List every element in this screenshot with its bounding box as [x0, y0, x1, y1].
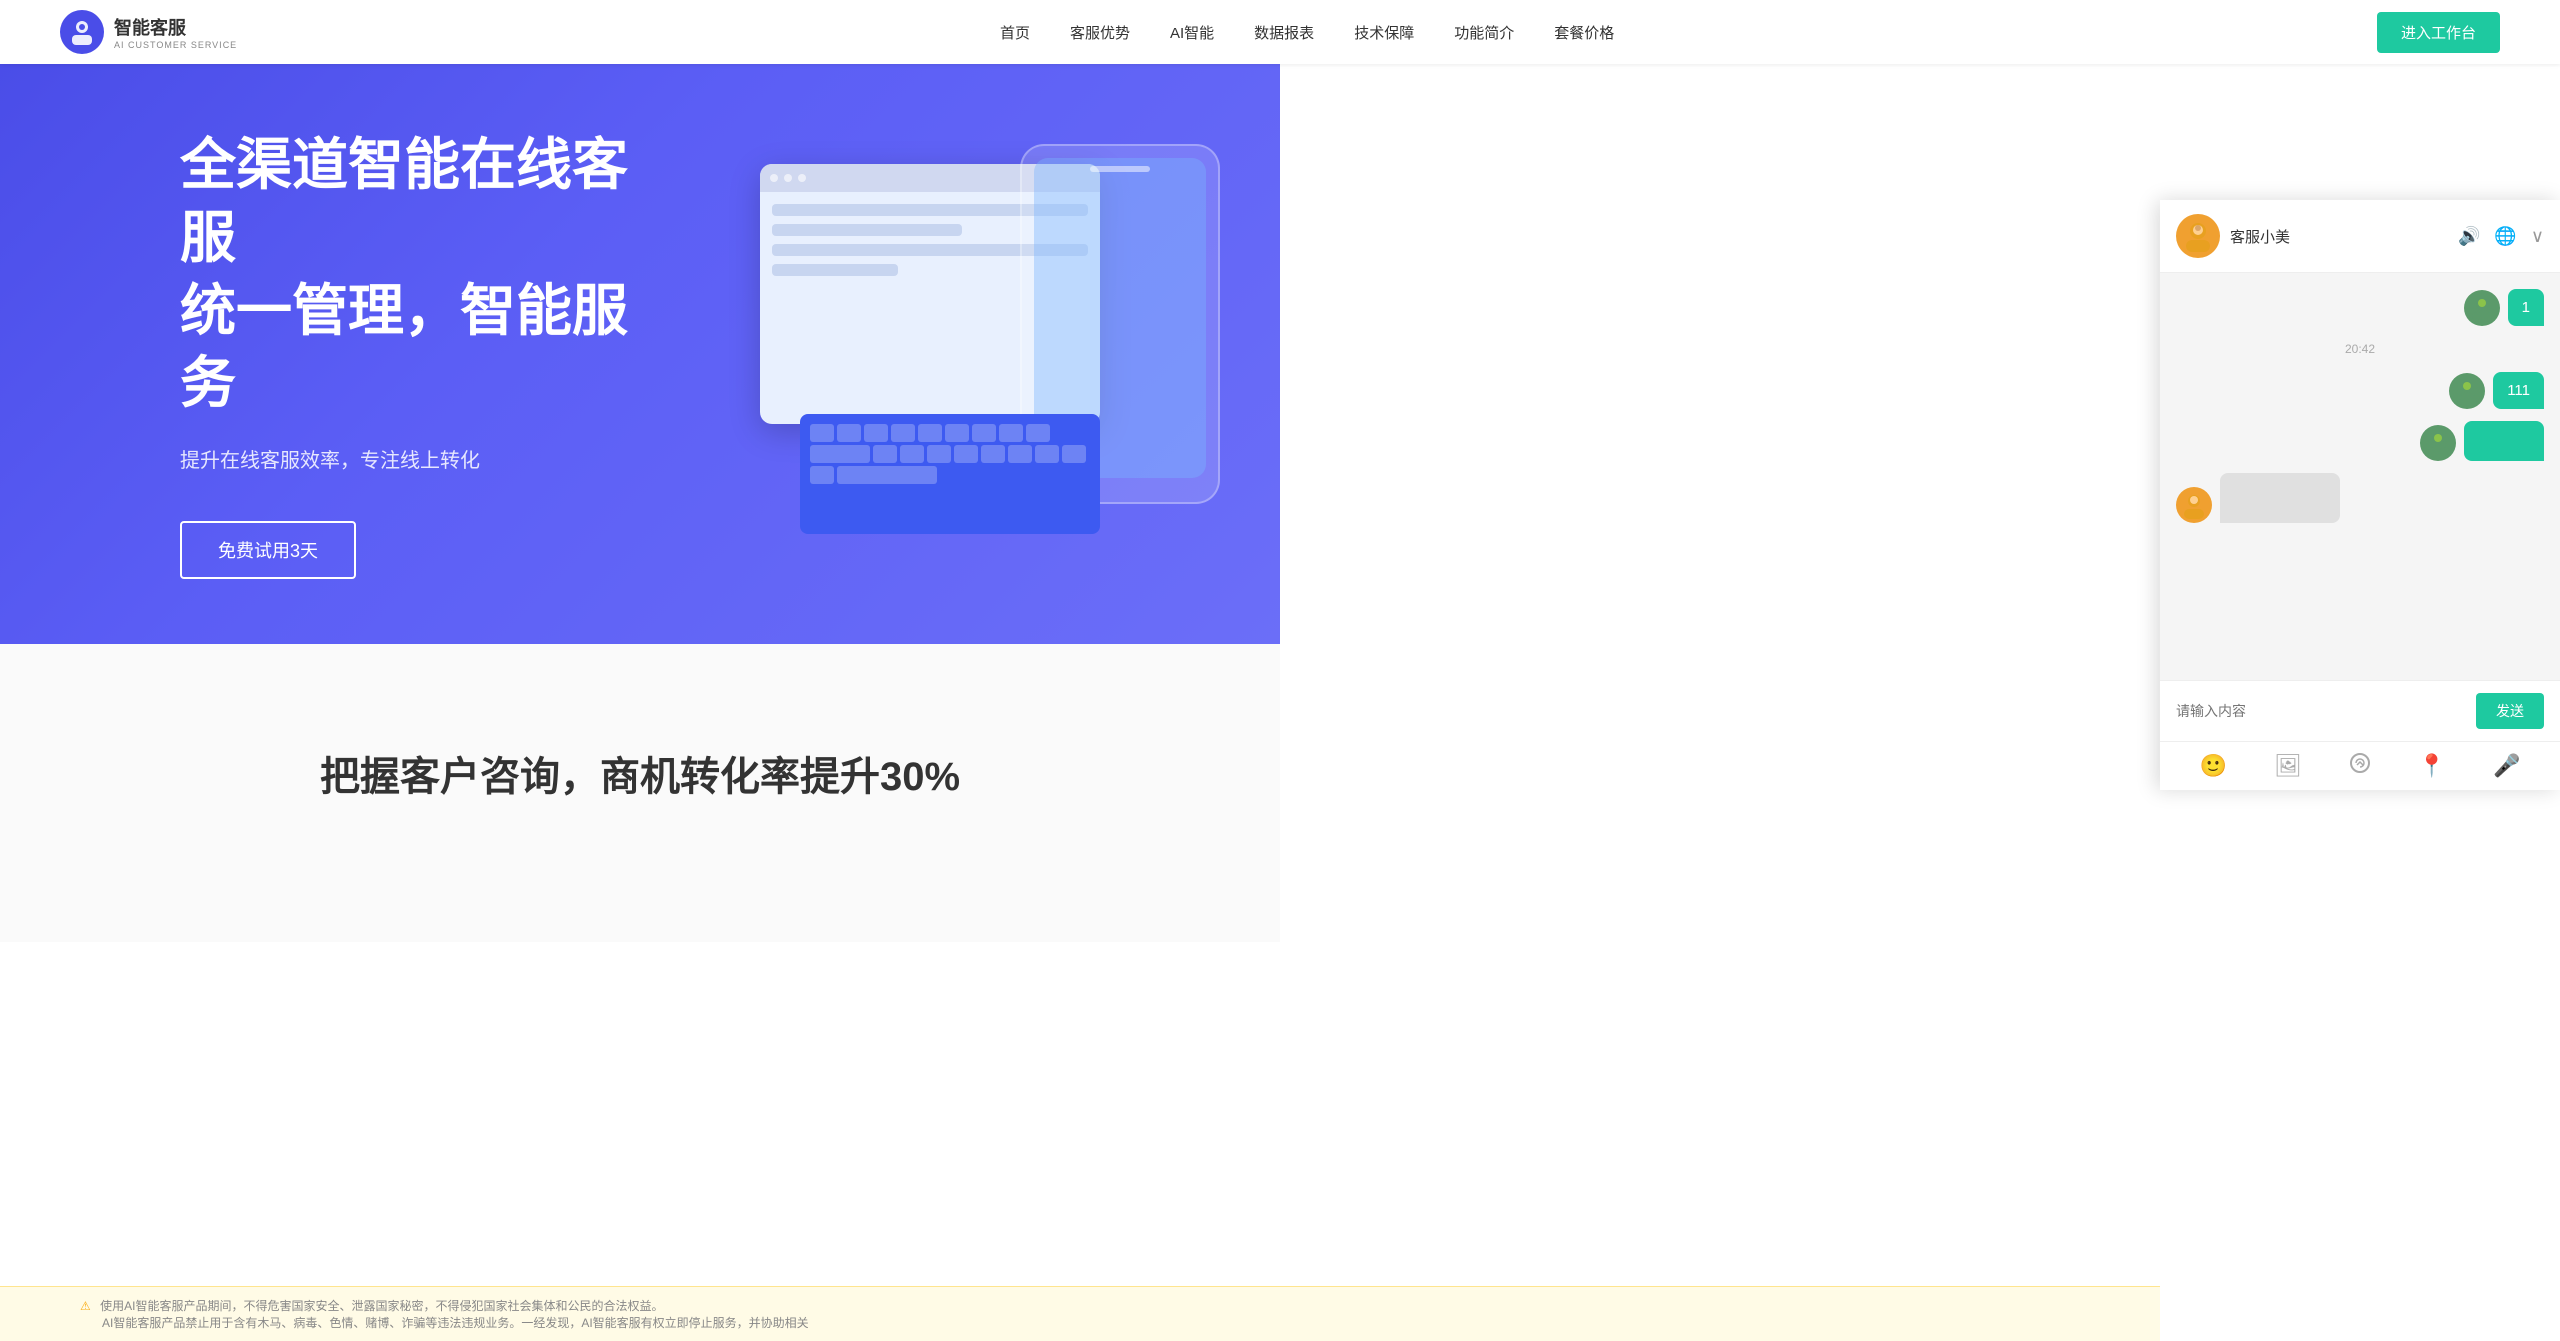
browser-dot-3 — [798, 174, 806, 182]
disclaimer-line2: AI智能客服产品禁止用于含有木马、病毒、色情、赌博、诈骗等违法违规业务。一经发现… — [102, 1314, 2080, 1331]
user-avatar — [2464, 290, 2500, 326]
nav-pricing[interactable]: 套餐价格 — [1554, 22, 1614, 43]
key — [954, 445, 978, 463]
key — [810, 445, 870, 463]
message-bubble: 1 — [2508, 289, 2544, 326]
agent-name: 客服小美 — [2230, 226, 2290, 247]
key — [972, 424, 996, 442]
agent-avatar — [2176, 214, 2220, 258]
phone-pill — [1090, 166, 1150, 172]
nav-ai[interactable]: AI智能 — [1170, 22, 1214, 43]
free-trial-button[interactable]: 免费试用3天 — [180, 521, 356, 579]
hero-title: 全渠道智能在线客服 统一管理，智能服务 — [180, 129, 680, 420]
device-mockup — [760, 124, 1280, 544]
image-icon[interactable]: 🖼 — [2274, 753, 2302, 779]
minimize-icon[interactable]: ∨ — [2531, 226, 2544, 247]
disclaimer-line1: ⚠ 使用AI智能客服产品期间，不得危害国家安全、泄露国家秘密，不得侵犯国家社会集… — [80, 1297, 2080, 1314]
logo-icon — [60, 10, 104, 54]
key — [999, 424, 1023, 442]
hero-content: 全渠道智能在线客服 统一管理，智能服务 提升在线客服效率，专注线上转化 免费试用… — [180, 129, 680, 579]
language-icon[interactable]: 🌐 — [2494, 226, 2516, 247]
emoji-icon[interactable]: 🙂 — [2200, 753, 2227, 779]
key — [918, 424, 942, 442]
hero-subtitle: 提升在线客服效率，专注线上转化 — [180, 444, 680, 473]
disclaimer-bar: ⚠ 使用AI智能客服产品期间，不得危害国家安全、泄露国家秘密，不得侵犯国家社会集… — [0, 1286, 2160, 1341]
message-bubble: 111 — [2493, 372, 2544, 409]
chat-widget: 客服小美 🔊 🌐 ∨ 1 20:42 111 — [2160, 200, 2560, 790]
typing-bubble — [2220, 473, 2340, 523]
key — [837, 466, 937, 484]
user-avatar — [2449, 373, 2485, 409]
message-row: 1 — [2176, 289, 2544, 326]
hero-section: 全渠道智能在线客服 统一管理，智能服务 提升在线客服效率，专注线上转化 免费试用… — [0, 64, 1280, 644]
brand-logo[interactable]: 智能客服 AI CUSTOMER SERVICE — [60, 10, 237, 54]
agent-message-avatar — [2176, 487, 2212, 523]
location-icon[interactable]: 📍 — [2418, 753, 2445, 779]
section2-title: 把握客户咨询，商机转化率提升30% — [180, 744, 1100, 802]
nav-report[interactable]: 数据报表 — [1254, 22, 1314, 43]
key — [927, 445, 951, 463]
time-divider: 20:42 — [2176, 342, 2544, 356]
key — [1026, 424, 1050, 442]
user-avatar — [2420, 425, 2456, 461]
key — [810, 424, 834, 442]
key — [810, 466, 834, 484]
key — [891, 424, 915, 442]
logo-text: 智能客服 AI CUSTOMER SERVICE — [114, 14, 237, 50]
chat-header: 客服小美 🔊 🌐 ∨ — [2160, 200, 2560, 273]
chat-input[interactable] — [2176, 703, 2466, 719]
enter-workspace-button[interactable]: 进入工作台 — [2377, 12, 2500, 53]
nav-home[interactable]: 首页 — [1000, 22, 1030, 43]
nav-links: 首页 客服优势 AI智能 数据报表 技术保障 功能简介 套餐价格 — [1000, 22, 1614, 43]
voice-icon[interactable]: 🎤 — [2493, 753, 2520, 779]
key — [837, 424, 861, 442]
key — [981, 445, 1005, 463]
chat-header-icons: 🔊 🌐 ∨ — [2458, 226, 2544, 247]
chat-input-area: 发送 — [2160, 680, 2560, 741]
chat-toolbar: 🙂 🖼 📍 🎤 — [2160, 741, 2560, 790]
nav-advantage[interactable]: 客服优势 — [1070, 22, 1130, 43]
chat-agent-info: 客服小美 — [2176, 214, 2290, 258]
keyboard-illustration — [800, 414, 1100, 534]
browser-row-4 — [772, 264, 898, 276]
nav-features[interactable]: 功能简介 — [1454, 22, 1514, 43]
hero-illustration — [680, 124, 1280, 584]
message-bubble — [2464, 421, 2544, 461]
key — [945, 424, 969, 442]
volume-icon[interactable]: 🔊 — [2458, 226, 2480, 247]
key — [1035, 445, 1059, 463]
browser-dot-2 — [784, 174, 792, 182]
key — [900, 445, 924, 463]
navbar: 智能客服 AI CUSTOMER SERVICE 首页 客服优势 AI智能 数据… — [0, 0, 2560, 64]
message-row — [2176, 421, 2544, 461]
key — [1008, 445, 1032, 463]
send-button[interactable]: 发送 — [2476, 693, 2544, 729]
key — [873, 445, 897, 463]
browser-row-2 — [772, 224, 962, 236]
message-row — [2176, 473, 2544, 523]
chat-messages: 1 20:42 111 — [2160, 273, 2560, 680]
key — [864, 424, 888, 442]
nav-tech[interactable]: 技术保障 — [1354, 22, 1414, 43]
file-icon[interactable] — [2349, 752, 2371, 780]
browser-dot-1 — [770, 174, 778, 182]
message-row: 111 — [2176, 372, 2544, 409]
warning-icon: ⚠ — [80, 1299, 91, 1313]
key — [1062, 445, 1086, 463]
section2: 把握客户咨询，商机转化率提升30% — [0, 644, 1280, 942]
